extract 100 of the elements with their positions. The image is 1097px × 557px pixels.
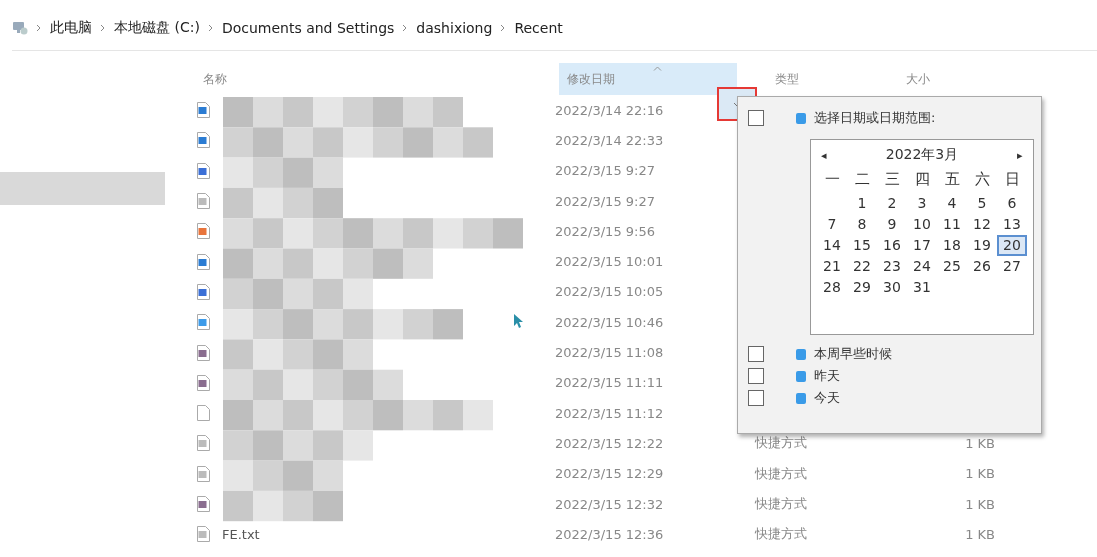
calendar-day[interactable]: 22 bbox=[847, 256, 877, 277]
weekday-label: 三 bbox=[883, 170, 901, 190]
calendar-day[interactable]: 29 bbox=[847, 277, 877, 298]
date-cell-text: 2022/3/14 22:16 bbox=[555, 102, 665, 118]
calendar-day[interactable]: 19 bbox=[967, 235, 997, 256]
option-label: 今天 bbox=[814, 389, 840, 407]
date-cell-text: 2022/3/15 10:46 bbox=[555, 314, 665, 330]
date-cell-text: 2022/3/15 9:27 bbox=[555, 193, 656, 209]
checkbox[interactable] bbox=[748, 110, 764, 126]
cursor-icon bbox=[513, 313, 525, 329]
checkbox[interactable] bbox=[748, 346, 764, 362]
calendar-day[interactable]: 26 bbox=[967, 256, 997, 277]
calendar-day[interactable]: 15 bbox=[847, 235, 877, 256]
date-cell-text: 2022/3/15 10:05 bbox=[555, 284, 665, 300]
checkbox[interactable] bbox=[748, 368, 764, 384]
breadcrumb-item[interactable]: 本地磁盘 (C:) bbox=[114, 19, 200, 37]
calendar-day[interactable]: 28 bbox=[817, 277, 847, 298]
cube-icon bbox=[796, 112, 806, 124]
calendar-day[interactable]: 10 bbox=[907, 214, 937, 235]
calendar-day[interactable]: 8 bbox=[847, 214, 877, 235]
chevron-icon bbox=[36, 24, 42, 32]
cube-icon bbox=[796, 348, 806, 360]
date-cell-text: 2022/3/15 12:22 bbox=[555, 435, 665, 451]
date-cell-text: 2022/3/15 12:36 bbox=[555, 526, 665, 542]
file-icon bbox=[197, 374, 210, 391]
breadcrumb-item[interactable]: Documents and Settings bbox=[221, 20, 395, 36]
calendar-day[interactable]: 14 bbox=[817, 235, 847, 256]
date-cell-text: 2022/3/15 12:32 bbox=[555, 496, 665, 512]
previous-month-button[interactable]: ◂ bbox=[817, 148, 831, 162]
calendar-day[interactable]: 3 bbox=[907, 193, 937, 214]
file-icon bbox=[197, 526, 210, 543]
file-icon bbox=[197, 435, 210, 452]
calendar-day[interactable]: 7 bbox=[817, 214, 847, 235]
weekday-label: 五 bbox=[943, 170, 961, 190]
calendar-day[interactable]: 13 bbox=[997, 214, 1027, 235]
chevron-icon bbox=[207, 24, 214, 32]
chevron-icon bbox=[100, 24, 106, 32]
calendar-day[interactable]: 24 bbox=[907, 256, 937, 277]
date-cell-text: 2022/3/15 11:08 bbox=[555, 345, 665, 360]
calendar-day[interactable]: 20 bbox=[997, 235, 1027, 256]
size-cell: 1 KB bbox=[965, 496, 995, 512]
option-label: 本周早些时候 bbox=[814, 345, 892, 363]
cube-icon bbox=[796, 392, 806, 404]
calendar-day[interactable]: 21 bbox=[817, 256, 847, 277]
file-icon bbox=[197, 465, 210, 482]
file-name: FE.txt bbox=[222, 526, 260, 542]
date-cell-text: 2022/3/15 10:01 bbox=[555, 254, 665, 270]
calendar-day[interactable]: 18 bbox=[937, 235, 967, 256]
weekday-label: 日 bbox=[1003, 170, 1021, 190]
calendar-day[interactable]: 30 bbox=[877, 277, 907, 298]
date-cell-text: 2022/3/15 11:12 bbox=[555, 405, 665, 421]
calendar-day[interactable]: 5 bbox=[967, 193, 997, 214]
calendar-day[interactable]: 1 bbox=[847, 193, 877, 214]
option-label: 昨天 bbox=[814, 367, 840, 385]
weekday-label: 六 bbox=[973, 170, 991, 190]
calendar-day[interactable]: 12 bbox=[967, 214, 997, 235]
calendar-day[interactable]: 16 bbox=[877, 235, 907, 256]
date-cell-text: 2022/3/15 9:56 bbox=[555, 223, 656, 239]
calendar-day[interactable]: 11 bbox=[937, 214, 967, 235]
file-icon bbox=[197, 162, 210, 179]
file-icon bbox=[197, 344, 210, 361]
size-cell: 1 KB bbox=[965, 526, 995, 542]
calendar-day[interactable]: 31 bbox=[907, 277, 937, 298]
breadcrumb-item[interactable]: dashixiong bbox=[416, 20, 493, 36]
date-cell-text: 2022/3/14 22:33 bbox=[555, 132, 665, 148]
calendar-day[interactable]: 6 bbox=[997, 193, 1027, 214]
month-title: 2022年3月 bbox=[885, 146, 959, 164]
column-header[interactable]: 大小 bbox=[902, 63, 1026, 95]
file-icon bbox=[197, 223, 210, 240]
type-cell: 快捷方式 bbox=[755, 526, 807, 542]
type-cell: 快捷方式 bbox=[755, 435, 807, 451]
file-icon bbox=[197, 253, 210, 270]
checkbox[interactable] bbox=[748, 390, 764, 406]
weekday-label: 一 bbox=[823, 170, 841, 190]
computer-icon bbox=[12, 20, 28, 36]
chevron-icon bbox=[402, 24, 409, 32]
date-cell-text: 2022/3/15 11:11 bbox=[555, 375, 665, 391]
next-month-button[interactable]: ▸ bbox=[1013, 148, 1027, 162]
file-icon bbox=[197, 283, 210, 300]
calendar-day[interactable]: 4 bbox=[937, 193, 967, 214]
size-cell: 1 KB bbox=[965, 466, 995, 482]
breadcrumb-item[interactable]: Recent bbox=[514, 20, 563, 36]
breadcrumb-item[interactable]: 此电脑 bbox=[50, 19, 92, 37]
calendar-day[interactable]: 9 bbox=[877, 214, 907, 235]
file-icon bbox=[197, 496, 210, 512]
option-label: 选择日期或日期范围: bbox=[814, 109, 936, 127]
file-icon bbox=[197, 102, 210, 119]
date-cell-text: 2022/3/15 12:29 bbox=[555, 466, 665, 482]
cube-icon bbox=[796, 370, 806, 382]
column-header[interactable]: 类型 bbox=[737, 63, 902, 95]
type-cell: 快捷方式 bbox=[755, 465, 807, 481]
calendar-day[interactable]: 25 bbox=[937, 256, 967, 277]
calendar-day[interactable]: 23 bbox=[877, 256, 907, 277]
weekday-label: 四 bbox=[913, 170, 931, 190]
date-cell-text: 2022/3/15 9:27 bbox=[555, 163, 656, 179]
calendar-day[interactable]: 27 bbox=[997, 256, 1027, 277]
calendar-day[interactable]: 17 bbox=[907, 235, 937, 256]
file-icon bbox=[197, 314, 210, 331]
column-header[interactable]: 名称 bbox=[195, 63, 559, 95]
calendar-day[interactable]: 2 bbox=[877, 193, 907, 214]
